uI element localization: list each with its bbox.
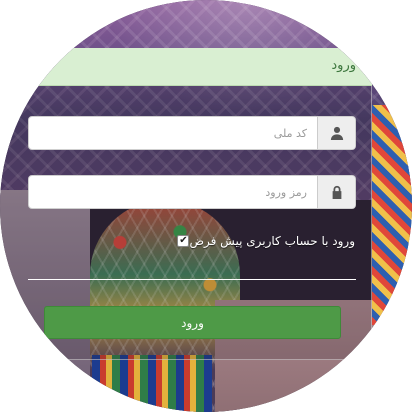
password-input[interactable] [29, 176, 317, 208]
divider [28, 279, 356, 280]
user-icon [317, 117, 355, 149]
remember-option[interactable]: ✔ ورود با حساب کاربری پیش فرض [171, 234, 355, 248]
default-account-label: ورود با حساب کاربری پیش فرض [189, 234, 355, 248]
background-stained-glass-side [372, 105, 412, 325]
lock-icon [317, 176, 355, 208]
panel-header: ورود [0, 48, 372, 86]
username-field-group [28, 116, 356, 150]
login-button[interactable]: ورود [44, 306, 341, 339]
national-id-input[interactable] [29, 117, 317, 149]
background-stained-glass-window [92, 355, 212, 412]
password-field-group [28, 175, 356, 209]
circular-viewport: ورود ✔ ورود با حساب کاربری پیش فرض ورود [0, 0, 412, 412]
default-account-checkbox[interactable]: ✔ [177, 235, 190, 247]
login-panel: ورود ✔ ورود با حساب کاربری پیش فرض ورود [0, 48, 372, 360]
panel-title: ورود [331, 58, 356, 73]
